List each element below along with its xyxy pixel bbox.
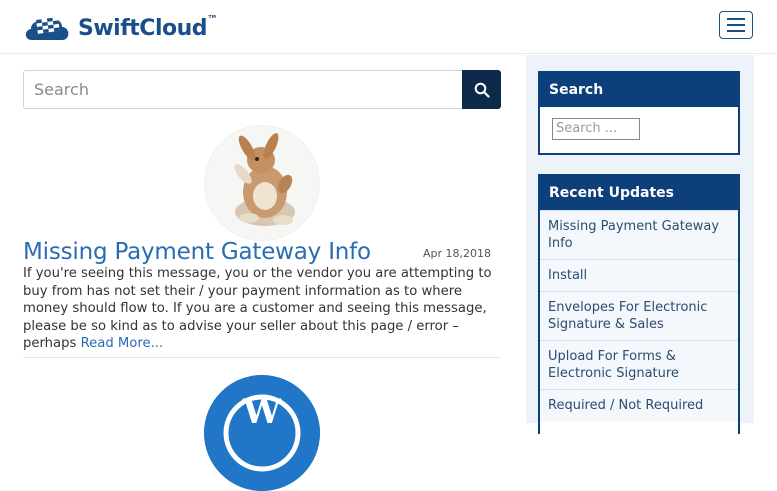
main-search-button[interactable] [462, 70, 501, 109]
hamburger-icon [727, 18, 745, 20]
post-divider [23, 357, 501, 358]
recent-updates-widget: Recent Updates Missing Payment Gateway I… [538, 174, 740, 434]
update-item-install[interactable]: Install [540, 259, 738, 291]
search-widget: Search [538, 71, 740, 155]
update-item-required[interactable]: Required / Not Required [540, 389, 738, 421]
search-icon [474, 82, 490, 98]
wordpress-icon: W [204, 375, 320, 491]
site-logo[interactable]: SwiftCloud™ [22, 10, 218, 46]
post-date: Apr 18,2018 [423, 247, 492, 260]
cloud-flag-icon [25, 16, 69, 40]
svg-text:W: W [242, 392, 282, 432]
post-excerpt: If you're seeing this message, you or th… [23, 266, 492, 351]
brand-name: SwiftCloud™ [78, 12, 218, 41]
recent-updates-title: Recent Updates [540, 176, 738, 210]
main-content: Missing Payment Gateway Info Apr 18,2018… [0, 55, 515, 491]
rabbit-image [205, 126, 319, 240]
update-item-payment-gateway[interactable]: Missing Payment Gateway Info [540, 210, 738, 259]
sidebar-search-input[interactable] [552, 117, 640, 140]
post-title[interactable]: Missing Payment Gateway Info [23, 239, 371, 265]
search-widget-title: Search [540, 73, 738, 107]
menu-toggle-button[interactable] [719, 11, 753, 39]
update-item-upload-forms[interactable]: Upload For Forms & Electronic Signature [540, 340, 738, 389]
update-item-envelopes[interactable]: Envelopes For Electronic Signature & Sal… [540, 291, 738, 340]
post-thumbnail-wordpress[interactable]: W [204, 375, 320, 491]
sidebar: Search Recent Updates Missing Payment Ga… [526, 55, 754, 434]
main-search-input[interactable] [23, 70, 462, 109]
site-header: SwiftCloud™ [0, 0, 777, 54]
main-search-form [23, 70, 501, 109]
read-more-link[interactable]: Read More... [81, 336, 164, 351]
post-thumbnail-rabbit[interactable] [204, 125, 320, 241]
